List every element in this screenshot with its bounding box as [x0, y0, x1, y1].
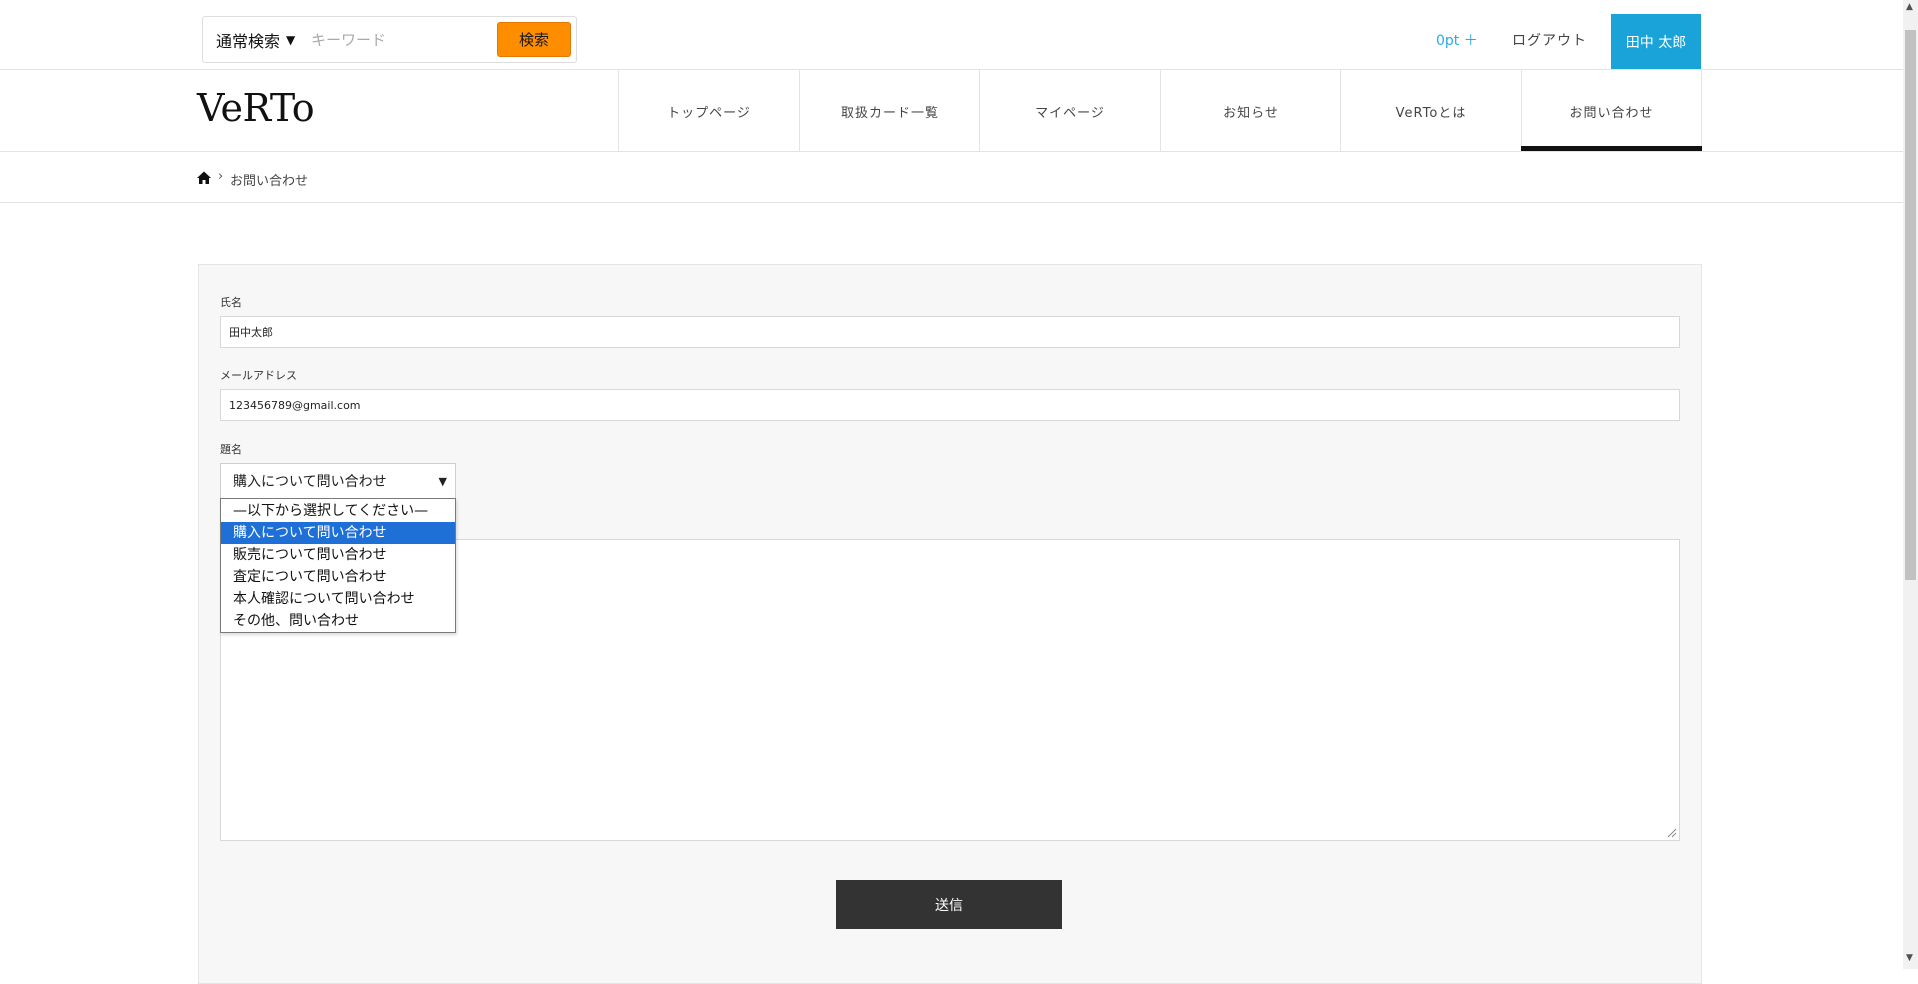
search-button[interactable]: 検索 [497, 22, 571, 57]
nav-item-top[interactable]: トップページ [618, 70, 799, 152]
site-logo[interactable]: VeRTo [197, 86, 315, 130]
subject-option[interactable]: 販売について問い合わせ [221, 544, 455, 566]
user-menu-button[interactable]: 田中 太郎 [1611, 14, 1701, 69]
name-field-value: 田中太郎 [229, 326, 273, 339]
nav-item-label: お問い合わせ [1569, 105, 1654, 121]
breadcrumb-divider [0, 202, 1918, 203]
breadcrumb-separator-icon: › [218, 169, 224, 184]
name-field[interactable]: 田中太郎 [220, 316, 1680, 348]
nav-item-contact[interactable]: お問い合わせ [1521, 70, 1702, 152]
points-link[interactable]: 0pt ＋ [1436, 30, 1478, 50]
nav-item-label: 取扱カード一覧 [840, 105, 939, 121]
chevron-down-icon: ▼ [286, 32, 296, 47]
nav-item-mypage[interactable]: マイページ [979, 70, 1160, 152]
subject-option[interactable]: 査定について問い合わせ [221, 566, 455, 588]
search-input[interactable] [307, 22, 493, 57]
logout-link[interactable]: ログアウト [1512, 30, 1587, 50]
subject-option[interactable]: 本人確認について問い合わせ [221, 588, 455, 610]
subject-select[interactable]: 購入について問い合わせ ▼ [220, 463, 456, 499]
scroll-down-arrow-icon[interactable]: ▼ [1906, 953, 1913, 963]
subject-option[interactable]: その他、問い合わせ [221, 610, 455, 632]
subject-option[interactable]: —以下から選択してください— [221, 500, 455, 522]
nav-divider [0, 151, 1918, 152]
subject-option-highlighted[interactable]: 購入について問い合わせ [221, 522, 455, 544]
subject-label: 題名 [220, 443, 242, 456]
nav-item-news[interactable]: お知らせ [1160, 70, 1341, 152]
nav-item-label: お知らせ [1223, 105, 1279, 121]
resize-grip-icon[interactable] [1667, 828, 1677, 838]
search-type-label: 通常検索 [216, 31, 281, 51]
home-icon[interactable] [196, 170, 212, 186]
name-label: 氏名 [220, 296, 242, 309]
scroll-up-arrow-icon[interactable]: ▲ [1906, 2, 1913, 12]
nav-item-about[interactable]: VeRToとは [1340, 70, 1521, 152]
nav-item-label: マイページ [1035, 105, 1105, 121]
breadcrumb-current: お問い合わせ [230, 174, 309, 189]
subject-select-value: 購入について問い合わせ [233, 474, 387, 490]
nav-item-label: VeRToとは [1395, 105, 1467, 121]
chevron-down-icon: ▼ [438, 474, 447, 488]
subject-dropdown-list: —以下から選択してください— 購入について問い合わせ 販売について問い合わせ 査… [220, 498, 456, 633]
email-field-value: 123456789@gmail.com [229, 398, 361, 412]
email-label: メールアドレス [220, 369, 297, 382]
email-field[interactable]: 123456789@gmail.com [220, 389, 1680, 421]
search-type-select[interactable]: 通常検索 ▼ [208, 22, 305, 57]
nav-item-cards[interactable]: 取扱カード一覧 [799, 70, 980, 152]
nav-item-label: トップページ [667, 105, 751, 121]
scrollbar-thumb[interactable] [1905, 30, 1916, 580]
submit-button[interactable]: 送信 [836, 880, 1062, 929]
